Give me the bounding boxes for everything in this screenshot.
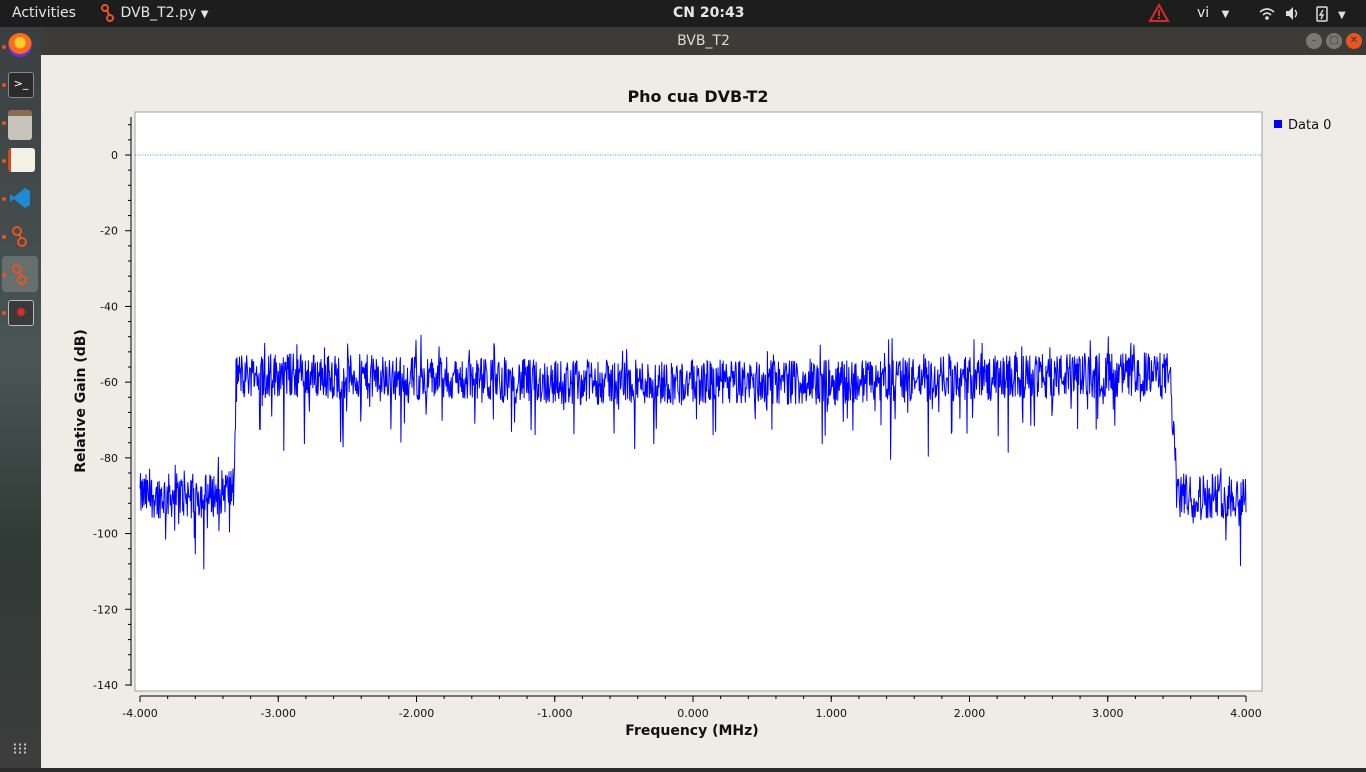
y-tick-label: -140 bbox=[93, 679, 118, 692]
y-tick-label: 0 bbox=[111, 149, 118, 162]
language-selector[interactable]: vi ▼ bbox=[1197, 0, 1229, 27]
running-indicator bbox=[2, 45, 6, 49]
volume-icon bbox=[1286, 7, 1298, 20]
x-tick-label: 4.000 bbox=[1230, 707, 1262, 720]
gnuradio-icon bbox=[101, 4, 114, 22]
running-indicator bbox=[2, 311, 6, 315]
gnuradio-icon[interactable] bbox=[8, 224, 32, 248]
text-editor-icon[interactable] bbox=[8, 148, 35, 172]
y-ticks: 0 -20 -40 -60 -80 -100 -120 -140 bbox=[93, 124, 131, 692]
y-tick-label: -80 bbox=[100, 452, 118, 465]
show-apps-icon[interactable]: ⁝⁝⁝ bbox=[8, 737, 32, 761]
x-axis-label: Frequency (MHz) bbox=[625, 723, 758, 739]
running-indicator bbox=[2, 83, 6, 87]
x-tick-label: -3.000 bbox=[261, 707, 296, 720]
app-menu[interactable]: DVB_T2.py ▼ bbox=[100, 0, 208, 27]
wifi-icon bbox=[1259, 8, 1275, 20]
minimize-button[interactable]: – bbox=[1306, 33, 1322, 49]
app-name: DVB_T2.py bbox=[120, 5, 197, 21]
window-titlebar[interactable]: BVB_T2 – □ ✕ bbox=[41, 27, 1366, 55]
spectrum-chart[interactable]: Pho cua DVB-T2 0 -20 -40 -60 -80 -100 -120 -140… bbox=[41, 55, 1366, 768]
running-indicator bbox=[2, 235, 6, 239]
top-bar: Activities DVB_T2.py ▼ CN 20:43 vi ▼ ▼ bbox=[0, 0, 1366, 27]
chart-title: Pho cua DVB-T2 bbox=[627, 87, 768, 106]
firefox-icon[interactable] bbox=[8, 33, 32, 57]
running-indicator bbox=[2, 159, 6, 163]
activities-button[interactable]: Activities bbox=[12, 0, 76, 27]
clock[interactable]: CN 20:43 bbox=[673, 0, 744, 27]
running-indicator bbox=[2, 197, 6, 201]
chevron-down-icon: ▼ bbox=[1221, 9, 1230, 20]
x-tick-label: -1.000 bbox=[537, 707, 572, 720]
y-tick-label: -40 bbox=[100, 300, 118, 313]
warning-icon[interactable] bbox=[1148, 2, 1170, 30]
battery-icon bbox=[1316, 6, 1328, 22]
x-tick-label: 0.000 bbox=[677, 707, 709, 720]
window-title: BVB_T2 bbox=[677, 33, 730, 49]
gnuradio-active-icon[interactable] bbox=[8, 262, 32, 286]
close-button[interactable]: ✕ bbox=[1346, 33, 1362, 49]
x-tick-label: -2.000 bbox=[399, 707, 434, 720]
y-tick-label: -20 bbox=[100, 225, 118, 238]
legend-swatch bbox=[1274, 120, 1282, 128]
y-axis-label: Relative Gain (dB) bbox=[73, 329, 89, 473]
chevron-down-icon: ▼ bbox=[1338, 10, 1346, 21]
plot-window: Pho cua DVB-T2 0 -20 -40 -60 -80 -100 -120 -140… bbox=[41, 55, 1366, 768]
running-indicator bbox=[2, 121, 6, 125]
y-tick-label: -60 bbox=[100, 376, 118, 389]
running-indicator bbox=[2, 273, 6, 277]
y-tick-label: -100 bbox=[93, 528, 118, 541]
terminal-icon[interactable]: >_ bbox=[8, 72, 34, 98]
files-icon[interactable] bbox=[8, 110, 32, 140]
x-tick-label: 1.000 bbox=[816, 707, 848, 720]
x-ticks: -4.000 -3.000 -2.000 -1.000 0.000 1.000 2.000 3… bbox=[122, 696, 1262, 720]
vscode-icon[interactable] bbox=[8, 186, 32, 210]
maximize-button[interactable]: □ bbox=[1326, 33, 1342, 49]
y-tick-label: -120 bbox=[93, 603, 118, 616]
legend-label: Data 0 bbox=[1288, 118, 1331, 133]
x-tick-label: 2.000 bbox=[954, 707, 986, 720]
screenshot-icon[interactable] bbox=[8, 300, 34, 326]
dock: >_ ⁝⁝⁝ bbox=[0, 27, 41, 768]
x-tick-label: -4.000 bbox=[122, 707, 157, 720]
x-tick-label: 3.000 bbox=[1092, 707, 1124, 720]
language-label: vi bbox=[1197, 5, 1210, 21]
chevron-down-icon: ▼ bbox=[200, 9, 209, 20]
